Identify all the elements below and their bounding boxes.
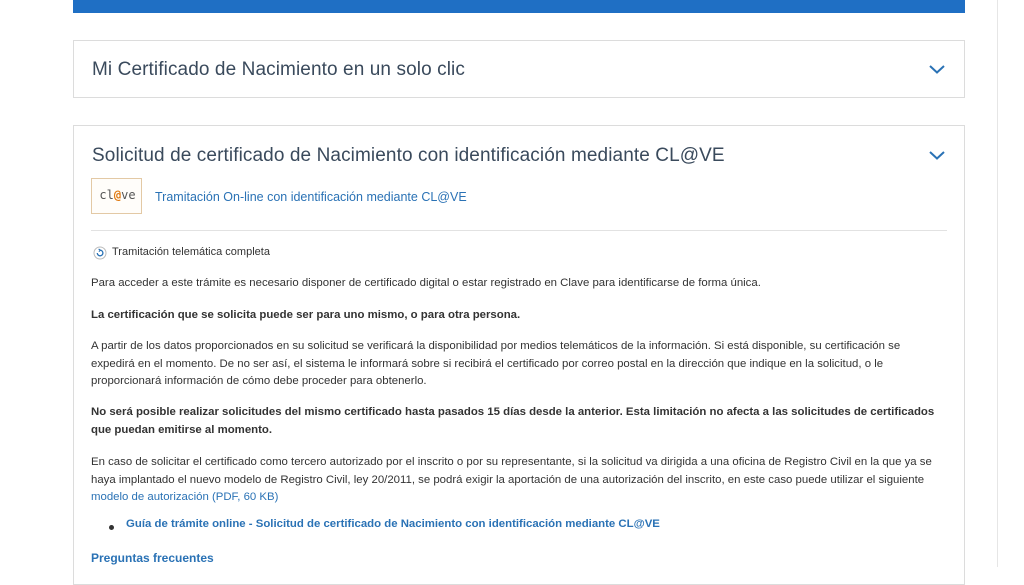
chevron-down-icon[interactable]	[928, 63, 946, 75]
panel-title[interactable]: Mi Certificado de Nacimiento en un solo …	[92, 59, 465, 81]
faq-link[interactable]: Preguntas frecuentes	[91, 551, 214, 565]
page-right-border	[997, 0, 998, 567]
divider	[91, 230, 947, 231]
paragraph-authorization-text: En caso de solicitar el certificado como…	[91, 456, 932, 486]
paragraph-who-can-request: La certificación que se solicita puede s…	[91, 309, 521, 321]
paragraph-verification: A partir de los datos proporcionados en …	[91, 340, 901, 388]
bullet-icon	[109, 525, 114, 530]
clave-logo[interactable]: cl@ve	[91, 178, 142, 214]
clave-logo-text: cl@ve	[99, 188, 136, 202]
refresh-icon	[93, 246, 107, 260]
section-header-bar	[73, 0, 965, 13]
clave-online-row: cl@ve Tramitación On-line con identifica…	[91, 178, 691, 216]
guide-link[interactable]: Guía de trámite online - Solicitud de ce…	[126, 518, 660, 530]
accordion-panel-mi-certificado[interactable]: Mi Certificado de Nacimiento en un solo …	[73, 40, 965, 98]
authorization-model-link[interactable]: modelo de autorización (PDF, 60 KB)	[91, 491, 278, 503]
paragraph-limitation: No será posible realizar solicitudes del…	[91, 406, 935, 436]
panel-title[interactable]: Solicitud de certificado de Nacimiento c…	[92, 145, 725, 167]
chevron-down-icon[interactable]	[928, 149, 946, 161]
clave-online-link[interactable]: Tramitación On-line con identificación m…	[155, 190, 467, 204]
accordion-panel-clave: Solicitud de certificado de Nacimiento c…	[73, 125, 965, 585]
processing-badge-label: Tramitación telemática completa	[112, 246, 270, 258]
paragraph-requirements: Para acceder a este trámite es necesario…	[91, 277, 761, 289]
paragraph-authorization: En caso de solicitar el certificado como…	[91, 454, 947, 507]
